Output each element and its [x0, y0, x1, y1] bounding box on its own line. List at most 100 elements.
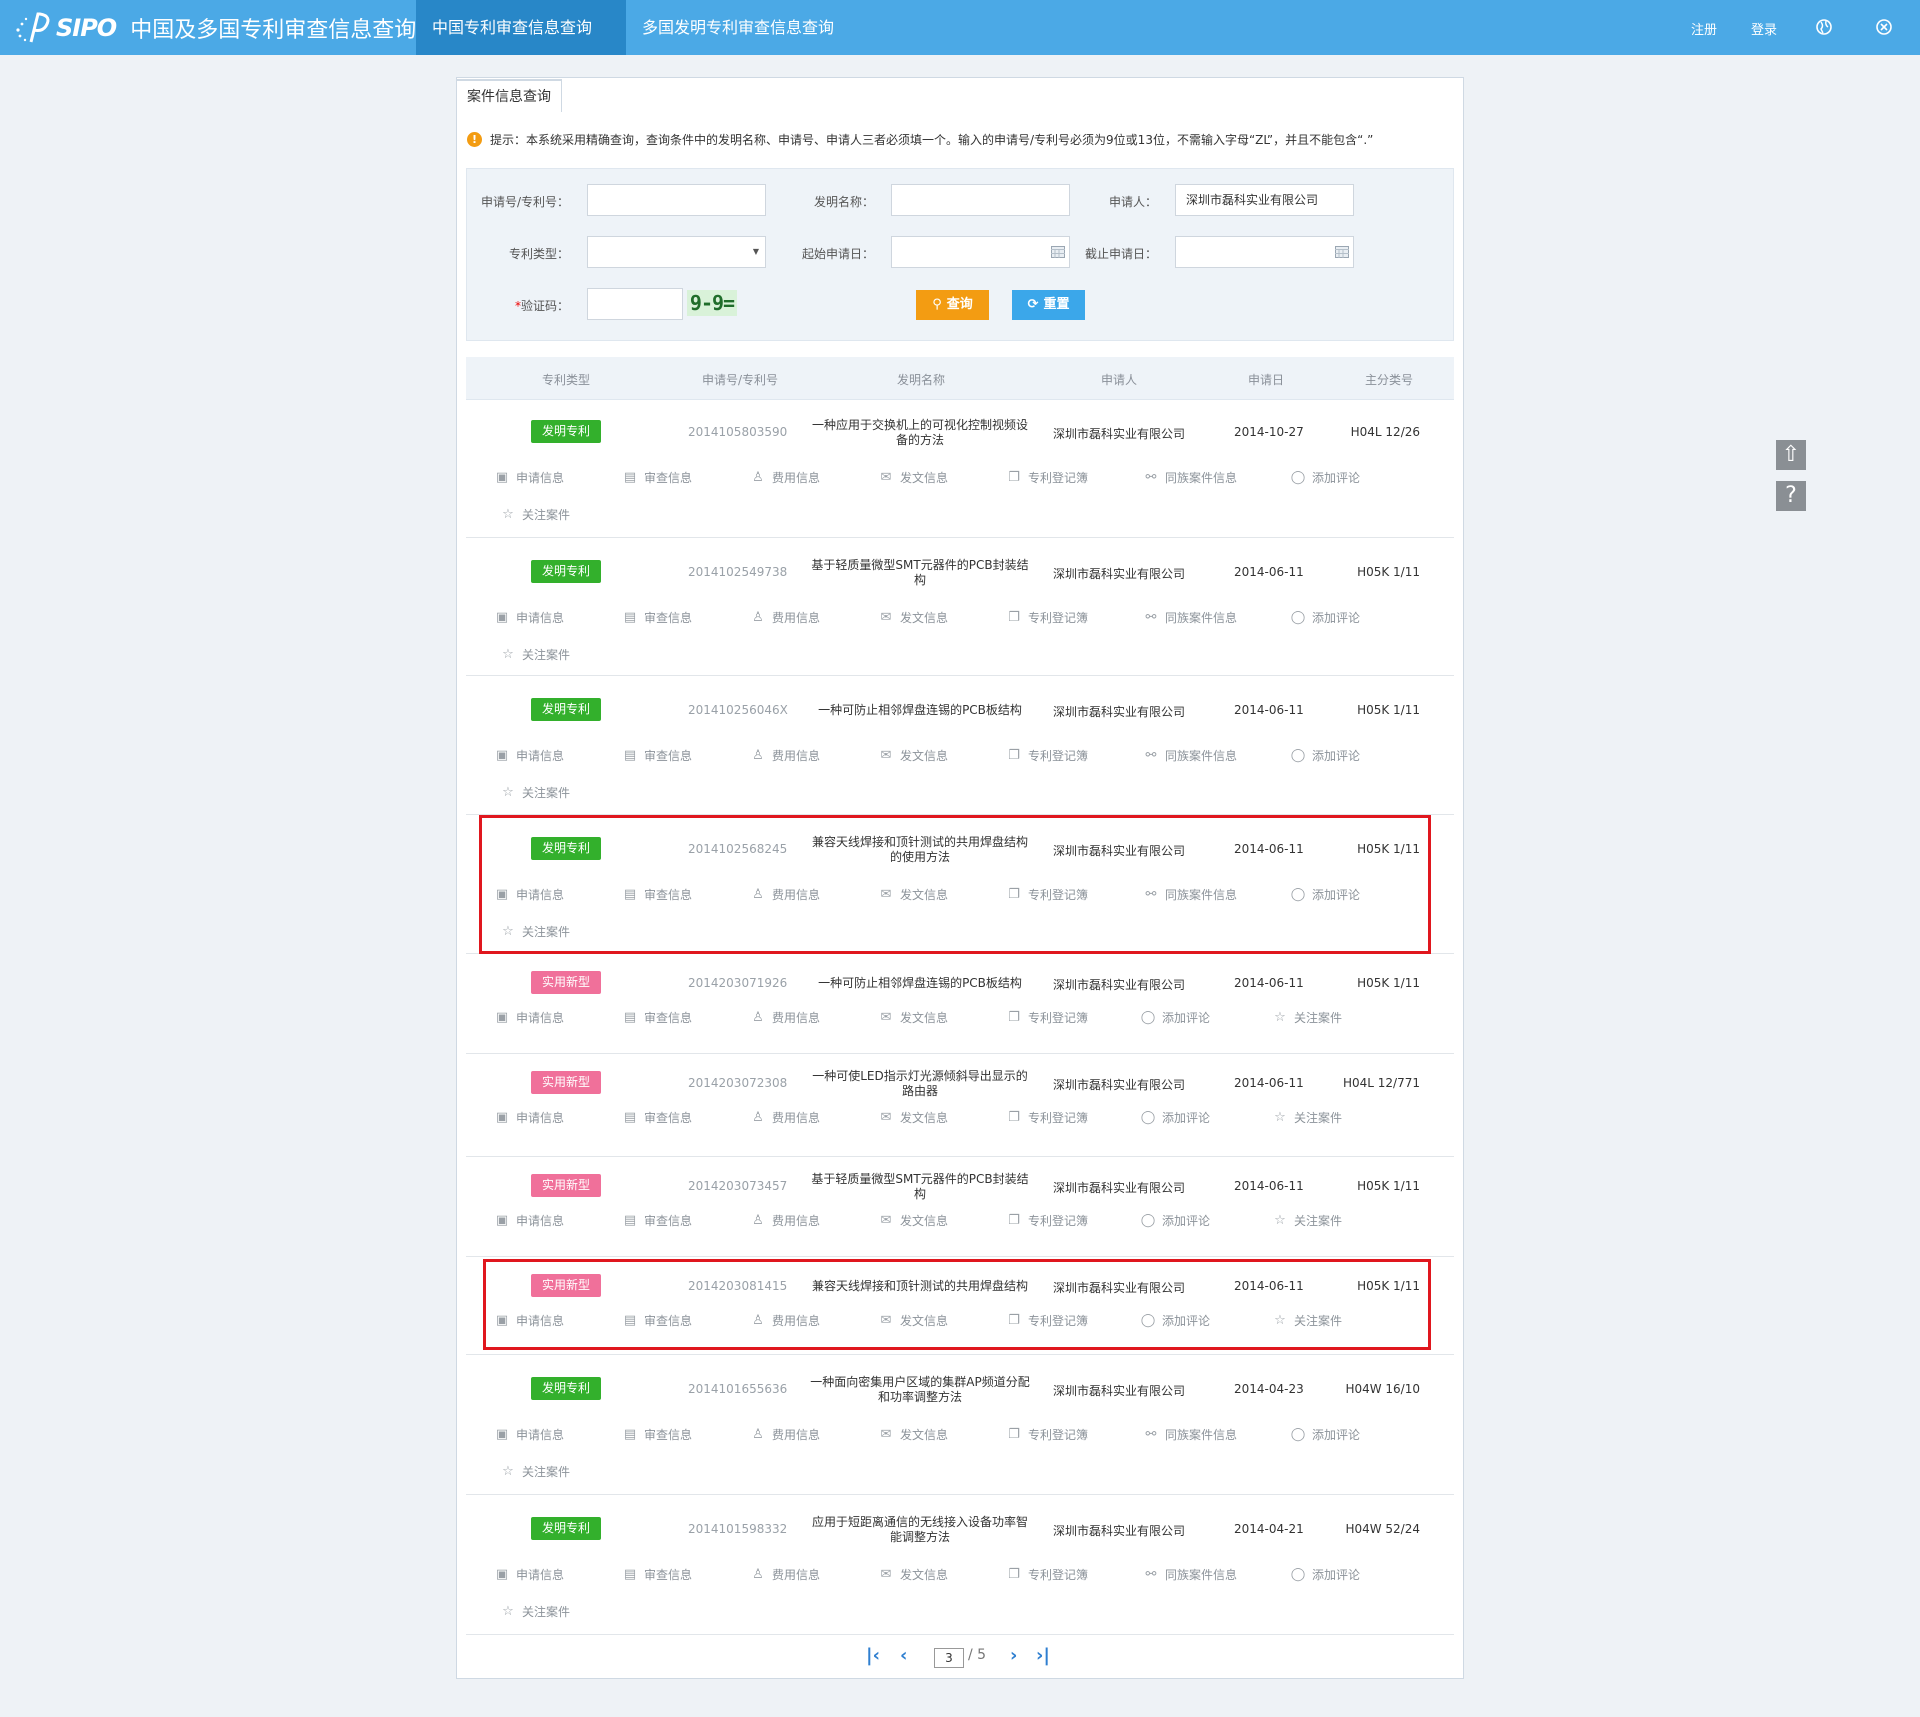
action-family-cases[interactable]: ⚯ 同族案件信息 [1143, 1566, 1237, 1583]
action-notice-info[interactable]: ✉ 发文信息 [878, 609, 948, 626]
tab-multinational-patent[interactable]: 多国发明专利审查信息查询 [626, 0, 856, 55]
title-input[interactable] [891, 184, 1070, 216]
action-examination-info[interactable]: ▤ 审查信息 [622, 1566, 692, 1583]
action-register-book[interactable]: ❐ 专利登记簿 [1006, 1566, 1088, 1583]
app-number[interactable]: 2014102549738 [688, 565, 787, 579]
action-star[interactable]: ☆ 关注案件 [500, 1463, 570, 1480]
action-application-info[interactable]: ▣ 申请信息 [494, 469, 564, 486]
exit-close-icon[interactable] [1873, 16, 1895, 38]
captcha-image[interactable]: 9-9= [687, 290, 737, 316]
action-notice-info[interactable]: ✉ 发文信息 [878, 1212, 948, 1229]
action-notice-info[interactable]: ✉ 发文信息 [878, 1009, 948, 1026]
search-icon: ⚲ [932, 297, 942, 312]
app-number[interactable]: 2014203072308 [688, 1076, 787, 1090]
action-star[interactable]: ☆ 关注案件 [1272, 1009, 1342, 1026]
action-star[interactable]: ☆ 关注案件 [500, 506, 570, 523]
action-comment[interactable]: ◯ 添加评论 [1290, 1566, 1360, 1583]
action-star[interactable]: ☆ 关注案件 [1272, 1109, 1342, 1126]
action-star[interactable]: ☆ 关注案件 [500, 646, 570, 663]
action-notice-info[interactable]: ✉ 发文信息 [878, 1566, 948, 1583]
action-family-cases[interactable]: ⚯ 同族案件信息 [1143, 609, 1237, 626]
row-divider [466, 1494, 1454, 1495]
login-link[interactable]: 登录 [1751, 19, 1777, 38]
action-examination-info[interactable]: ▤ 审查信息 [622, 1212, 692, 1229]
page-number-input[interactable]: 3 [934, 1648, 964, 1668]
action-examination-info[interactable]: ▤ 审查信息 [622, 747, 692, 764]
action-star[interactable]: ☆ 关注案件 [500, 1603, 570, 1620]
action-fee-info[interactable]: ♙ 费用信息 [750, 469, 820, 486]
action-register-book[interactable]: ❐ 专利登记簿 [1006, 1109, 1088, 1126]
first-page-icon[interactable]: |‹ [866, 1645, 880, 1666]
applicant-input[interactable]: 深圳市磊科实业有限公司 [1175, 184, 1354, 216]
type-select[interactable]: ▼ [587, 236, 766, 268]
action-application-info[interactable]: ▣ 申请信息 [494, 1009, 564, 1026]
app-number[interactable]: 2014101598332 [688, 1522, 787, 1536]
end-date-input[interactable] [1175, 236, 1354, 268]
action-fee-info[interactable]: ♙ 费用信息 [750, 747, 820, 764]
reset-button[interactable]: ⟳ 重置 [1012, 290, 1085, 320]
action-application-info[interactable]: ▣ 申请信息 [494, 609, 564, 626]
action-comment[interactable]: ◯ 添加评论 [1290, 1426, 1360, 1443]
action-notice-info[interactable]: ✉ 发文信息 [878, 469, 948, 486]
action-application-info[interactable]: ▣ 申请信息 [494, 1212, 564, 1229]
calendar-icon[interactable] [1335, 246, 1349, 258]
action-family-cases[interactable]: ⚯ 同族案件信息 [1143, 469, 1237, 486]
action-application-info[interactable]: ▣ 申请信息 [494, 747, 564, 764]
site-logo[interactable]: SIPO 中国及多国专利审查信息查询 [14, 10, 416, 46]
app-no-input[interactable] [587, 184, 766, 216]
register-link[interactable]: 注册 [1691, 19, 1717, 38]
next-page-icon[interactable]: › [1010, 1645, 1017, 1666]
application-info-icon: ▣ [495, 1212, 509, 1228]
search-button[interactable]: ⚲ 查询 [916, 290, 989, 320]
action-register-book[interactable]: ❐ 专利登记簿 [1006, 747, 1088, 764]
action-examination-info[interactable]: ▤ 审查信息 [622, 1109, 692, 1126]
action-register-book[interactable]: ❐ 专利登记簿 [1006, 1212, 1088, 1229]
app-number[interactable]: 201410256046X [688, 703, 788, 717]
tab-case-info-query[interactable]: 案件信息查询 [456, 79, 562, 112]
action-fee-info[interactable]: ♙ 费用信息 [750, 609, 820, 626]
action-notice-info[interactable]: ✉ 发文信息 [878, 1426, 948, 1443]
action-register-book[interactable]: ❐ 专利登记簿 [1006, 1426, 1088, 1443]
action-fee-info[interactable]: ♙ 费用信息 [750, 1426, 820, 1443]
action-fee-info[interactable]: ♙ 费用信息 [750, 1566, 820, 1583]
app-number[interactable]: 2014203073457 [688, 1179, 787, 1193]
action-comment[interactable]: ◯ 添加评论 [1290, 747, 1360, 764]
action-fee-info[interactable]: ♙ 费用信息 [750, 1009, 820, 1026]
action-comment[interactable]: ◯ 添加评论 [1140, 1009, 1210, 1026]
action-examination-info[interactable]: ▤ 审查信息 [622, 1426, 692, 1443]
action-register-book[interactable]: ❐ 专利登记簿 [1006, 469, 1088, 486]
language-globe-icon[interactable] [1813, 16, 1835, 38]
action-examination-info[interactable]: ▤ 审查信息 [622, 1009, 692, 1026]
app-number[interactable]: 2014203071926 [688, 976, 787, 990]
action-comment[interactable]: ◯ 添加评论 [1140, 1212, 1210, 1229]
start-date-input[interactable] [891, 236, 1070, 268]
last-page-icon[interactable]: ›| [1036, 1645, 1050, 1666]
action-fee-info[interactable]: ♙ 费用信息 [750, 1212, 820, 1229]
fee-info-icon: ♙ [752, 1212, 764, 1228]
action-star[interactable]: ☆ 关注案件 [1272, 1212, 1342, 1229]
prev-page-icon[interactable]: ‹ [900, 1645, 907, 1666]
action-comment[interactable]: ◯ 添加评论 [1290, 609, 1360, 626]
action-family-cases[interactable]: ⚯ 同族案件信息 [1143, 1426, 1237, 1443]
action-notice-info[interactable]: ✉ 发文信息 [878, 1109, 948, 1126]
action-comment[interactable]: ◯ 添加评论 [1140, 1109, 1210, 1126]
action-notice-info[interactable]: ✉ 发文信息 [878, 747, 948, 764]
action-comment[interactable]: ◯ 添加评论 [1290, 469, 1360, 486]
tab-china-patent[interactable]: 中国专利审查信息查询 [416, 0, 626, 55]
action-application-info[interactable]: ▣ 申请信息 [494, 1109, 564, 1126]
action-register-book[interactable]: ❐ 专利登记簿 [1006, 1009, 1088, 1026]
app-number[interactable]: 2014105803590 [688, 425, 787, 439]
action-examination-info[interactable]: ▤ 审查信息 [622, 469, 692, 486]
help-icon[interactable]: ? [1776, 481, 1806, 511]
action-fee-info[interactable]: ♙ 费用信息 [750, 1109, 820, 1126]
back-to-top-icon[interactable]: ⇧ [1776, 440, 1806, 470]
captcha-input[interactable] [587, 288, 683, 320]
app-number[interactable]: 2014101655636 [688, 1382, 787, 1396]
action-family-cases[interactable]: ⚯ 同族案件信息 [1143, 747, 1237, 764]
action-application-info[interactable]: ▣ 申请信息 [494, 1426, 564, 1443]
action-application-info[interactable]: ▣ 申请信息 [494, 1566, 564, 1583]
action-register-book[interactable]: ❐ 专利登记簿 [1006, 609, 1088, 626]
action-examination-info[interactable]: ▤ 审查信息 [622, 609, 692, 626]
examination-info-icon: ▤ [623, 747, 637, 763]
action-star[interactable]: ☆ 关注案件 [500, 784, 570, 801]
